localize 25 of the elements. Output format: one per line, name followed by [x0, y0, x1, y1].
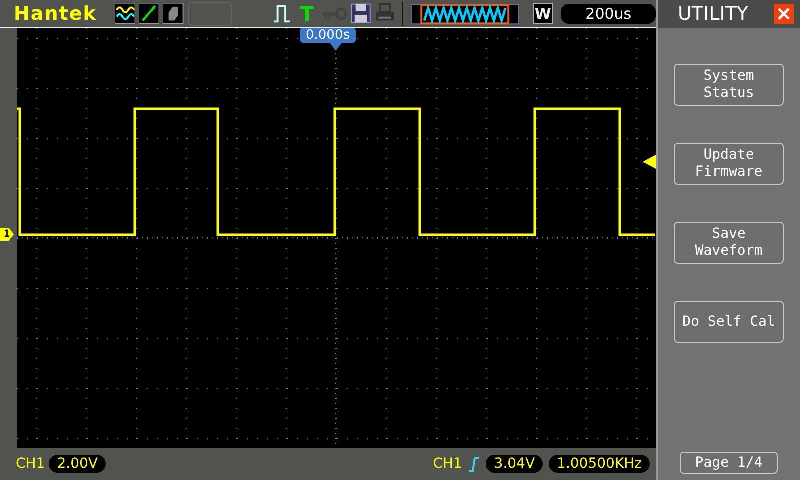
save-icon[interactable]: [351, 3, 372, 24]
trigger-level-readout: 3.04V: [486, 455, 544, 473]
trigger-type-indicator: T: [300, 2, 314, 26]
menu-button[interactable]: Do Self Cal: [674, 301, 784, 343]
page-button[interactable]: Page 1/4: [680, 452, 778, 474]
timebase-readout: 200us: [561, 4, 656, 24]
channel-marker: 1: [0, 228, 14, 241]
line-icon: [138, 3, 160, 24]
pulse-icon: [272, 3, 292, 24]
frequency-readout: 1.00500KHz: [549, 455, 650, 473]
menu-button[interactable]: Update Firmware: [674, 143, 784, 185]
rising-edge-icon: [468, 456, 480, 472]
empty-slot: [188, 2, 232, 26]
menu-title: UTILITY: [678, 3, 749, 25]
menu-button[interactable]: System Status: [674, 64, 784, 106]
close-button[interactable]: [774, 4, 794, 24]
trigger-source-label: CH1: [433, 456, 462, 472]
channel-label: CH1: [16, 456, 46, 472]
dual-wave-icon: [114, 3, 135, 24]
persistence-icon: [163, 3, 184, 24]
brand-logo: Hantek: [14, 2, 98, 24]
acquire-mode-indicator: W: [532, 3, 554, 24]
close-icon: [777, 7, 791, 21]
menu-button[interactable]: Save Waveform: [674, 222, 784, 264]
volts-per-div-readout: 2.00V: [49, 455, 106, 473]
